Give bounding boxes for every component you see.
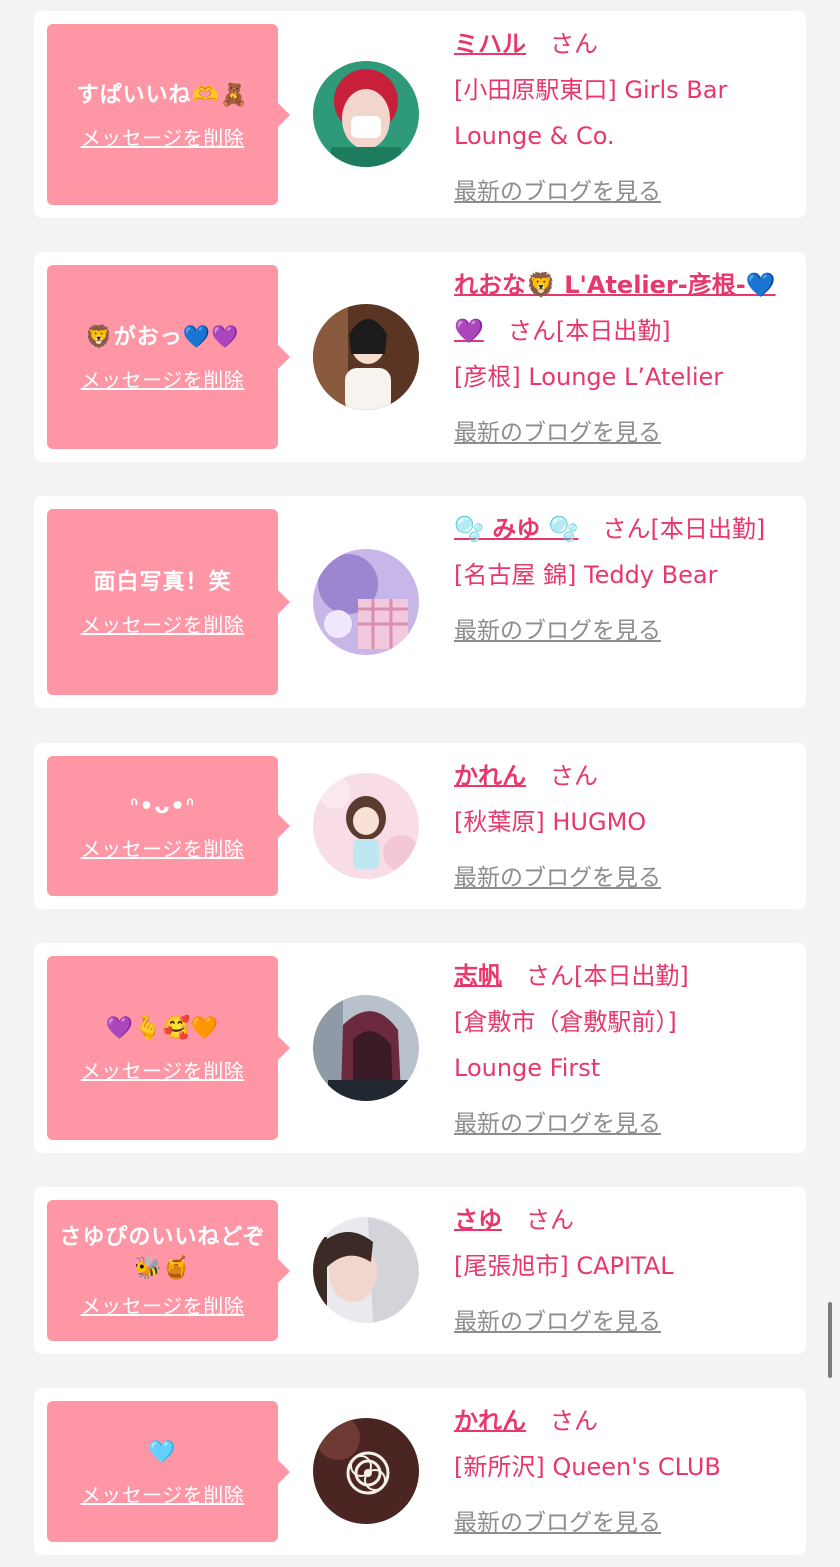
message-bubble: すぱいいね🫶🧸 メッセージを削除 — [47, 24, 290, 205]
shop-name: [彦根] Lounge L’Atelier — [454, 363, 724, 391]
message-bubble: さゆぴのいいねどぞ🐝🍯 メッセージを削除 — [47, 1200, 290, 1341]
honorific: さん — [550, 30, 598, 58]
delete-message-link[interactable]: メッセージを削除 — [81, 364, 245, 393]
cast-name-link[interactable]: かれん — [454, 762, 526, 790]
cast-info: かれん さん [新所沢] Queen's CLUB 最新のブログを見る — [454, 1398, 786, 1546]
cast-info: 🫧 みゆ 🫧 さん[本日出勤] [名古屋 錦] Teddy Bear 最新のブログ… — [454, 506, 786, 654]
latest-blog-link[interactable]: 最新のブログを見る — [454, 608, 786, 654]
message-text: 🦁がおっ💙💜 — [85, 325, 240, 350]
shop-name: [秋葉原] HUGMO — [454, 808, 647, 836]
honorific: さん — [507, 317, 556, 345]
message-card: 🦁がおっ💙💜 メッセージを削除 れおな🦁 L'Atelier-彦根-💙💜 さん[本… — [34, 252, 806, 462]
honorific: さん — [550, 1407, 598, 1435]
message-card: 面白写真！笑 メッセージを削除 🫧 みゆ 🫧 さん[本日出勤] [名古屋 錦] T… — [34, 496, 806, 708]
message-bubble: 🩵 メッセージを削除 — [47, 1401, 290, 1542]
message-text: ᐢ•ᴗ•ᐢ — [129, 794, 196, 819]
message-text: 面白写真！笑 — [93, 570, 232, 595]
message-text: 💜🫰🥰🧡 — [105, 1016, 220, 1041]
message-bubble: ᐢ•ᴗ•ᐢ メッセージを削除 — [47, 756, 290, 896]
cast-name-link[interactable]: 志帆 — [454, 962, 502, 990]
delete-message-link[interactable]: メッセージを削除 — [81, 1479, 245, 1508]
message-text: 🩵 — [148, 1439, 177, 1465]
shop-name: [倉敷市（倉敷駅前）] Lounge First — [454, 1008, 677, 1082]
cast-info: かれん さん [秋葉原] HUGMO 最新のブログを見る — [454, 753, 786, 901]
avatar[interactable] — [313, 304, 419, 410]
scrollbar[interactable] — [828, 1302, 832, 1378]
latest-blog-link[interactable]: 最新のブログを見る — [454, 1101, 726, 1147]
message-card: 💜🫰🥰🧡 メッセージを削除 志帆 さん[本日出勤] [倉敷市（倉敷駅前）] Lou… — [34, 943, 806, 1153]
message-list: すぱいいね🫶🧸 メッセージを削除 ミハル さん [小田原駅東口] Girls Ba… — [0, 0, 840, 1567]
message-text: すぱいいね🫶🧸 — [76, 82, 249, 108]
avatar[interactable] — [313, 61, 419, 167]
latest-blog-link[interactable]: 最新のブログを見る — [454, 410, 786, 456]
cast-info: 志帆 さん[本日出勤] [倉敷市（倉敷駅前）] Lounge First 最新のブ… — [454, 953, 726, 1147]
shop-name: [新所沢] Queen's CLUB — [454, 1453, 721, 1481]
message-card: 🩵 メッセージを削除 かれん さん [新所沢] Queen's CLUB 最新のブ… — [34, 1388, 806, 1555]
latest-blog-link[interactable]: 最新のブログを見る — [454, 1500, 786, 1546]
avatar[interactable] — [313, 773, 419, 879]
today-badge: [本日出勤] — [555, 317, 671, 345]
honorific: さん — [602, 515, 651, 543]
avatar[interactable] — [313, 1418, 419, 1524]
today-badge: [本日出勤] — [650, 515, 766, 543]
message-text: さゆぴのいいねどぞ🐝🍯 — [59, 1225, 266, 1281]
honorific: さん — [526, 1206, 574, 1234]
message-bubble: 💜🫰🥰🧡 メッセージを削除 — [47, 956, 290, 1140]
delete-message-link[interactable]: メッセージを削除 — [81, 1055, 245, 1084]
cast-name-link[interactable]: 🫧 みゆ 🫧 — [454, 515, 578, 543]
delete-message-link[interactable]: メッセージを削除 — [81, 609, 245, 638]
cast-info: れおな🦁 L'Atelier-彦根-💙💜 さん[本日出勤] [彦根] Lounge… — [454, 262, 786, 456]
cast-name-link[interactable]: かれん — [454, 1407, 526, 1435]
avatar[interactable] — [313, 1217, 419, 1323]
avatar[interactable] — [313, 549, 419, 655]
honorific: さん — [526, 962, 574, 990]
cast-name-link[interactable]: さゆ — [454, 1206, 502, 1234]
latest-blog-link[interactable]: 最新のブログを見る — [454, 169, 786, 215]
message-bubble: 面白写真！笑 メッセージを削除 — [47, 509, 290, 695]
shop-name: [小田原駅東口] Girls Bar Lounge & Co. — [454, 76, 728, 150]
shop-name: [尾張旭市] CAPITAL — [454, 1252, 674, 1280]
message-card: すぱいいね🫶🧸 メッセージを削除 ミハル さん [小田原駅東口] Girls Ba… — [34, 11, 806, 218]
cast-info: さゆ さん [尾張旭市] CAPITAL 最新のブログを見る — [454, 1197, 786, 1345]
delete-message-link[interactable]: メッセージを削除 — [81, 833, 245, 862]
today-badge: [本日出勤] — [574, 962, 689, 990]
message-card: さゆぴのいいねどぞ🐝🍯 メッセージを削除 さゆ さん [尾張旭市] CAPITAL… — [34, 1187, 806, 1354]
message-card: ᐢ•ᴗ•ᐢ メッセージを削除 かれん さん [秋葉原] HUGMO 最新のブログを… — [34, 743, 806, 909]
shop-name: [名古屋 錦] Teddy Bear — [454, 561, 718, 589]
message-bubble: 🦁がおっ💙💜 メッセージを削除 — [47, 265, 290, 449]
latest-blog-link[interactable]: 最新のブログを見る — [454, 855, 786, 901]
latest-blog-link[interactable]: 最新のブログを見る — [454, 1299, 786, 1345]
cast-name-link[interactable]: ミハル — [454, 30, 526, 58]
honorific: さん — [550, 762, 598, 790]
cast-info: ミハル さん [小田原駅東口] Girls Bar Lounge & Co. 最新… — [454, 21, 786, 215]
delete-message-link[interactable]: メッセージを削除 — [81, 1290, 245, 1319]
delete-message-link[interactable]: メッセージを削除 — [81, 122, 245, 151]
avatar[interactable] — [313, 995, 419, 1101]
